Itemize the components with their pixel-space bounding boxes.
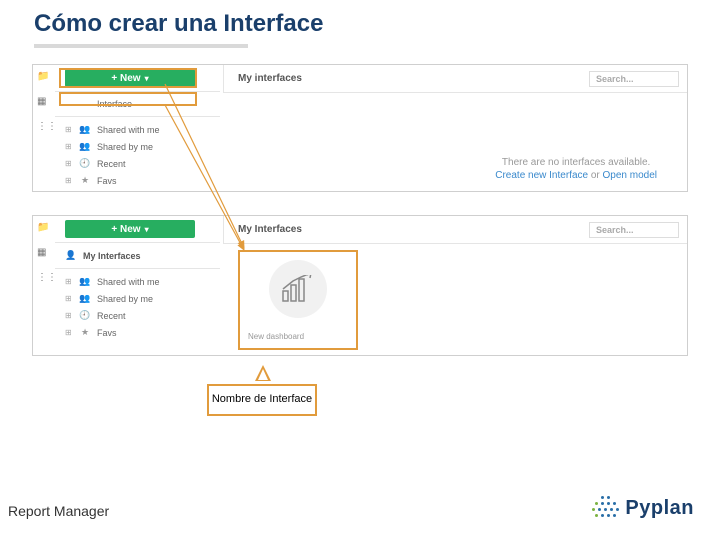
divider <box>55 242 220 243</box>
sidebar-item-label: Recent <box>97 311 126 321</box>
dots-icon: ⋮⋮ <box>37 121 57 132</box>
header-title: My interfaces <box>238 73 302 84</box>
person-icon: 👤 <box>65 250 77 261</box>
thumb-label: New dashboard <box>248 332 304 341</box>
thumb-circle <box>269 260 327 318</box>
open-model-link[interactable]: Open model <box>603 170 657 181</box>
expand-icon: ⊞ <box>65 159 73 168</box>
or-text: or <box>588 170 602 181</box>
sidebar-item-label: Shared by me <box>97 294 153 304</box>
clock-icon: 🕘 <box>79 158 91 169</box>
sidebar-item-favs[interactable]: ⊞ ★ Favs <box>55 324 220 341</box>
expand-icon: ⊞ <box>65 125 73 134</box>
interface-label: Interface <box>97 99 132 109</box>
screenshot-panel-2: 📁 ▦ ⋮⋮ + New ▾ 👤 My Interfaces ⊞ 👥 Share… <box>32 215 688 356</box>
interface-row[interactable]: Interface <box>55 96 220 112</box>
chart-icon <box>281 275 315 303</box>
search-input[interactable]: Search... <box>589 71 679 87</box>
expand-icon: ⊞ <box>65 176 73 185</box>
expand-icon: ⊞ <box>65 311 73 320</box>
expand-icon: ⊞ <box>65 294 73 303</box>
page-title: Cómo crear una Interface <box>34 10 323 38</box>
my-interfaces-label: My Interfaces <box>83 251 141 261</box>
callout-label: Nombre de Interface <box>207 384 317 416</box>
expand-icon: ⊞ <box>65 277 73 286</box>
empty-state-links: Create new Interface or Open model <box>495 170 657 181</box>
chevron-down-icon: ▾ <box>145 225 149 234</box>
footer-logo: Pyplan <box>591 494 694 522</box>
dashboard-thumbnail[interactable]: New dashboard <box>238 250 358 350</box>
expand-icon: ⊞ <box>65 328 73 337</box>
sidebar-item-label: Recent <box>97 159 126 169</box>
sidebar-item-label: Favs <box>97 176 117 186</box>
diagram-icon: ▦ <box>37 247 57 258</box>
content-header: My interfaces Search... <box>223 65 687 93</box>
vertical-icon-strip: 📁 ▦ ⋮⋮ <box>37 222 57 283</box>
folder-icon: 📁 <box>37 71 57 82</box>
empty-state-text: There are no interfaces available. <box>495 157 657 168</box>
sidebar-item-label: Shared with me <box>97 125 160 135</box>
empty-state: There are no interfaces available. Creat… <box>495 157 657 181</box>
expand-icon: ⊞ <box>65 142 73 151</box>
sidebar-item-favs[interactable]: ⊞ ★ Favs <box>55 172 220 189</box>
callout-arrow-icon <box>255 365 271 381</box>
footer-left-text: Report Manager <box>8 503 109 519</box>
new-button-label: + New <box>111 73 140 84</box>
divider <box>55 91 220 92</box>
people-icon: 👥 <box>79 124 91 135</box>
new-button[interactable]: + New ▾ <box>65 69 195 87</box>
diagram-icon: ▦ <box>37 96 57 107</box>
folder-icon: 📁 <box>37 222 57 233</box>
screenshot-panel-1: 📁 ▦ ⋮⋮ + New ▾ Interface ⊞ 👥 Shared with… <box>32 64 688 192</box>
divider <box>55 116 220 117</box>
star-icon: ★ <box>79 175 91 186</box>
header-title: My Interfaces <box>238 224 302 235</box>
sidebar-column: + New ▾ 👤 My Interfaces ⊞ 👥 Shared with … <box>55 220 220 341</box>
my-interfaces-row[interactable]: 👤 My Interfaces <box>55 247 220 264</box>
sidebar-item-shared-with[interactable]: ⊞ 👥 Shared with me <box>55 121 220 138</box>
content-header: My Interfaces Search... <box>223 216 687 244</box>
people-icon: 👥 <box>79 293 91 304</box>
dots-icon: ⋮⋮ <box>37 272 57 283</box>
sidebar-column: + New ▾ Interface ⊞ 👥 Shared with me ⊞ 👥… <box>55 69 220 189</box>
sidebar-item-label: Shared by me <box>97 142 153 152</box>
chevron-down-icon: ▾ <box>145 74 149 83</box>
people-icon: 👥 <box>79 276 91 287</box>
star-icon: ★ <box>79 327 91 338</box>
logo-dots-icon <box>591 494 619 522</box>
people-icon: 👥 <box>79 141 91 152</box>
new-button[interactable]: + New ▾ <box>65 220 195 238</box>
sidebar-item-shared-by[interactable]: ⊞ 👥 Shared by me <box>55 138 220 155</box>
sidebar-item-label: Favs <box>97 328 117 338</box>
new-button-label: + New <box>111 224 140 235</box>
sidebar-item-recent[interactable]: ⊞ 🕘 Recent <box>55 307 220 324</box>
title-underline <box>34 44 248 48</box>
vertical-icon-strip: 📁 ▦ ⋮⋮ <box>37 71 57 132</box>
logo-text: Pyplan <box>625 497 694 520</box>
sidebar-item-shared-with[interactable]: ⊞ 👥 Shared with me <box>55 273 220 290</box>
create-interface-link[interactable]: Create new Interface <box>495 170 588 181</box>
sidebar-item-label: Shared with me <box>97 277 160 287</box>
search-input[interactable]: Search... <box>589 222 679 238</box>
sidebar-item-recent[interactable]: ⊞ 🕘 Recent <box>55 155 220 172</box>
divider <box>55 268 220 269</box>
sidebar-item-shared-by[interactable]: ⊞ 👥 Shared by me <box>55 290 220 307</box>
clock-icon: 🕘 <box>79 310 91 321</box>
